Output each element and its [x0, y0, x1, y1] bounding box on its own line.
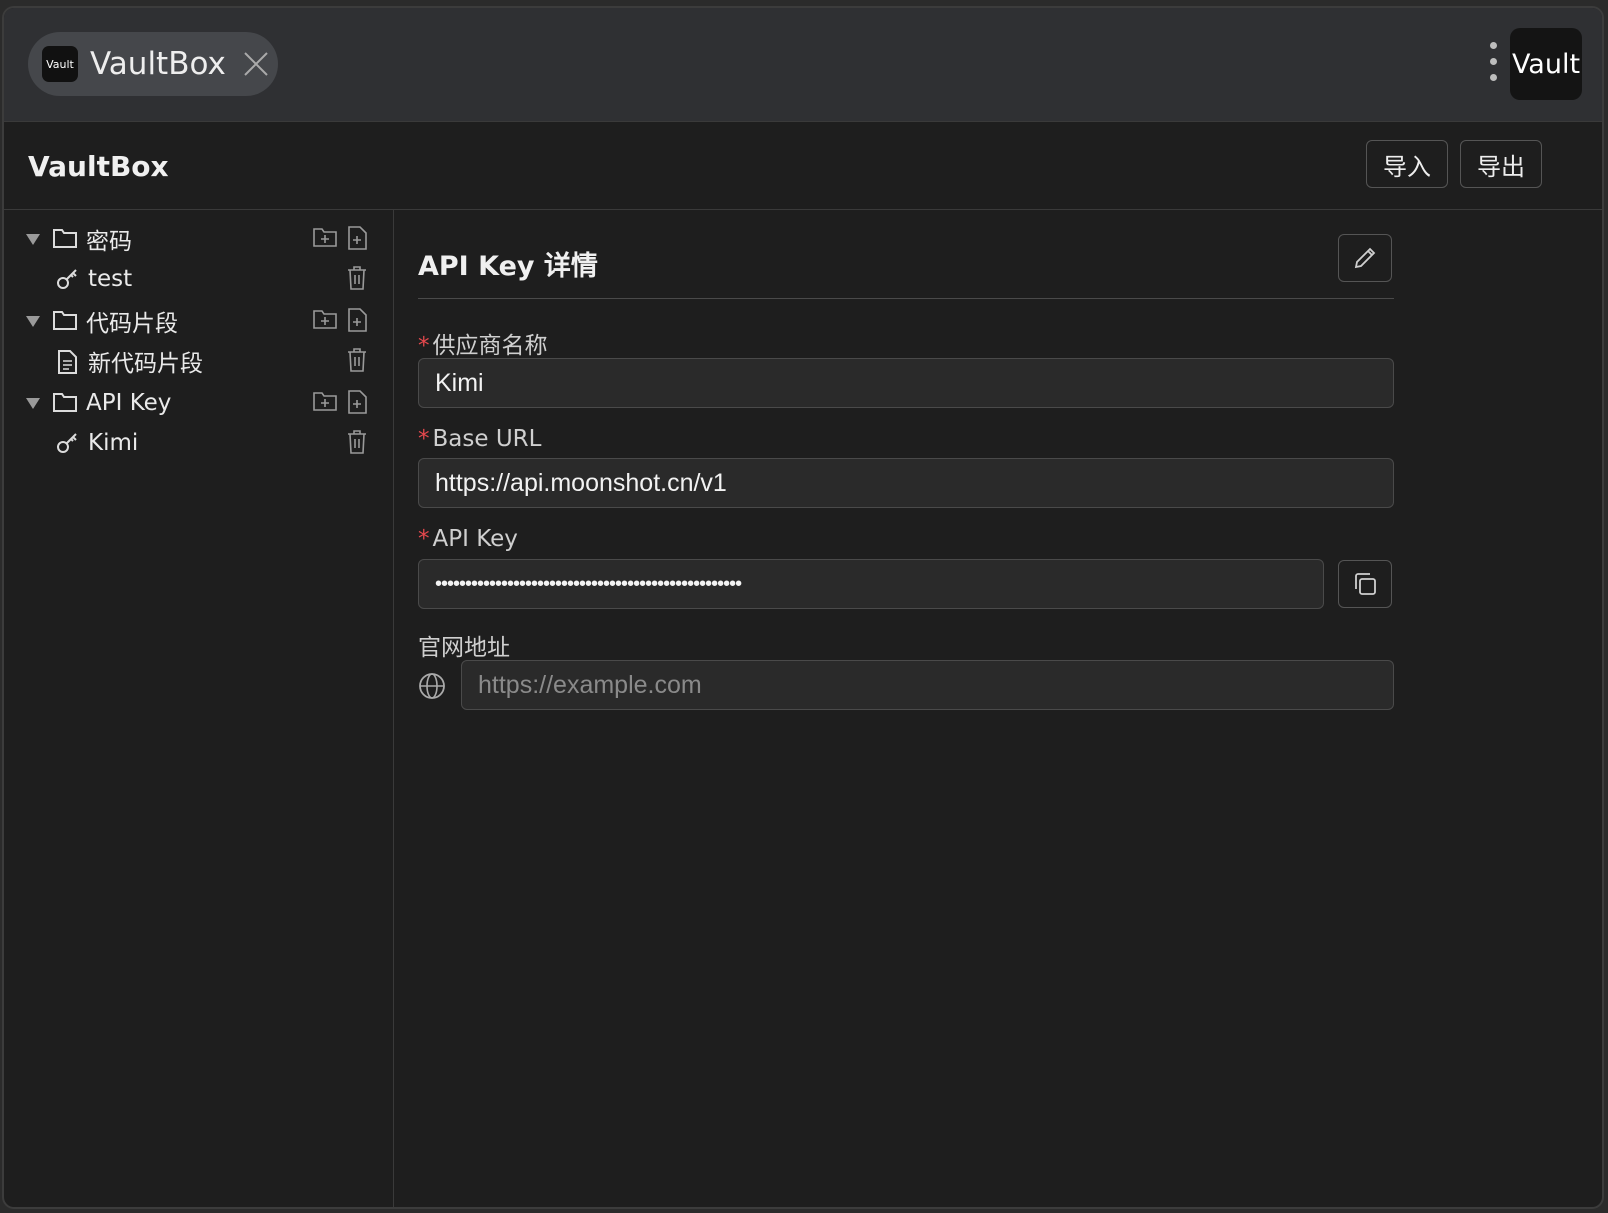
- add-file-icon[interactable]: [346, 307, 368, 333]
- tree-item-label: Kimi: [88, 430, 139, 456]
- sidebar-tree: 密码 test 代码片段 新代码片段 API Key Kimi: [4, 210, 394, 1207]
- trash-icon[interactable]: [346, 347, 368, 373]
- vault-corner-button[interactable]: Vault: [1510, 28, 1582, 100]
- tab-title: VaultBox: [90, 46, 226, 82]
- add-file-icon[interactable]: [346, 389, 368, 415]
- folder-icon: [53, 393, 77, 412]
- close-icon[interactable]: [242, 50, 270, 78]
- trash-icon[interactable]: [346, 265, 368, 291]
- add-folder-icon[interactable]: [312, 389, 338, 413]
- app-header: VaultBox 导入 导出: [4, 122, 1602, 210]
- app-title: VaultBox: [28, 150, 169, 183]
- tree-item-kimi[interactable]: Kimi: [4, 424, 394, 462]
- provider-label: * 供应商名称: [418, 333, 548, 359]
- trash-icon[interactable]: [346, 429, 368, 455]
- website-label: 官网地址: [418, 635, 510, 661]
- website-input[interactable]: https://example.com: [461, 660, 1394, 710]
- document-icon: [58, 350, 77, 374]
- key-icon: [57, 269, 77, 289]
- api-key-input[interactable]: ••••••••••••••••••••••••••••••••••••••••…: [418, 559, 1324, 609]
- tab-logo: Vault: [42, 46, 78, 82]
- pencil-icon: [1354, 247, 1376, 269]
- copy-button[interactable]: [1338, 560, 1392, 608]
- detail-title: API Key 详情: [418, 251, 598, 282]
- export-button[interactable]: 导出: [1460, 140, 1542, 188]
- add-folder-icon[interactable]: [312, 307, 338, 331]
- folder-icon: [53, 229, 77, 248]
- base-url-label: * Base URL: [418, 426, 542, 452]
- tree-folder-api-key[interactable]: API Key: [4, 384, 394, 422]
- provider-input[interactable]: Kimi: [418, 358, 1394, 408]
- caret-down-icon[interactable]: [26, 397, 40, 409]
- more-options-icon[interactable]: [1488, 42, 1498, 86]
- folder-icon: [53, 311, 77, 330]
- edit-button[interactable]: [1338, 234, 1392, 282]
- website-placeholder: https://example.com: [478, 670, 702, 699]
- key-icon: [57, 433, 77, 453]
- required-mark: *: [418, 333, 430, 359]
- tree-item-test[interactable]: test: [4, 260, 394, 298]
- caret-down-icon[interactable]: [26, 315, 40, 327]
- app-tab[interactable]: Vault VaultBox: [28, 32, 278, 96]
- tree-item-new-snippet[interactable]: 新代码片段: [4, 342, 394, 380]
- tree-item-label: 新代码片段: [88, 351, 203, 377]
- tree-folder-snippets[interactable]: 代码片段: [4, 302, 394, 340]
- add-file-icon[interactable]: [346, 225, 368, 251]
- tree-item-label: test: [88, 266, 133, 292]
- globe-icon: [419, 673, 445, 699]
- tree-folder-label: API Key: [86, 390, 172, 416]
- title-bar: Vault VaultBox Vault: [4, 8, 1602, 122]
- title-divider: [418, 298, 1394, 299]
- required-mark: *: [418, 526, 430, 552]
- copy-icon: [1355, 573, 1376, 595]
- tree-folder-label: 密码: [86, 229, 132, 255]
- base-url-input[interactable]: https://api.moonshot.cn/v1: [418, 458, 1394, 508]
- import-button[interactable]: 导入: [1366, 140, 1448, 188]
- api-key-label: * API Key: [418, 526, 518, 552]
- add-folder-icon[interactable]: [312, 225, 338, 249]
- tree-folder-passwords[interactable]: 密码: [4, 220, 394, 258]
- tree-folder-label: 代码片段: [86, 311, 178, 337]
- app-window: Vault VaultBox Vault VaultBox 导入 导出 密码 t…: [2, 6, 1604, 1209]
- required-mark: *: [418, 426, 430, 452]
- caret-down-icon[interactable]: [26, 233, 40, 245]
